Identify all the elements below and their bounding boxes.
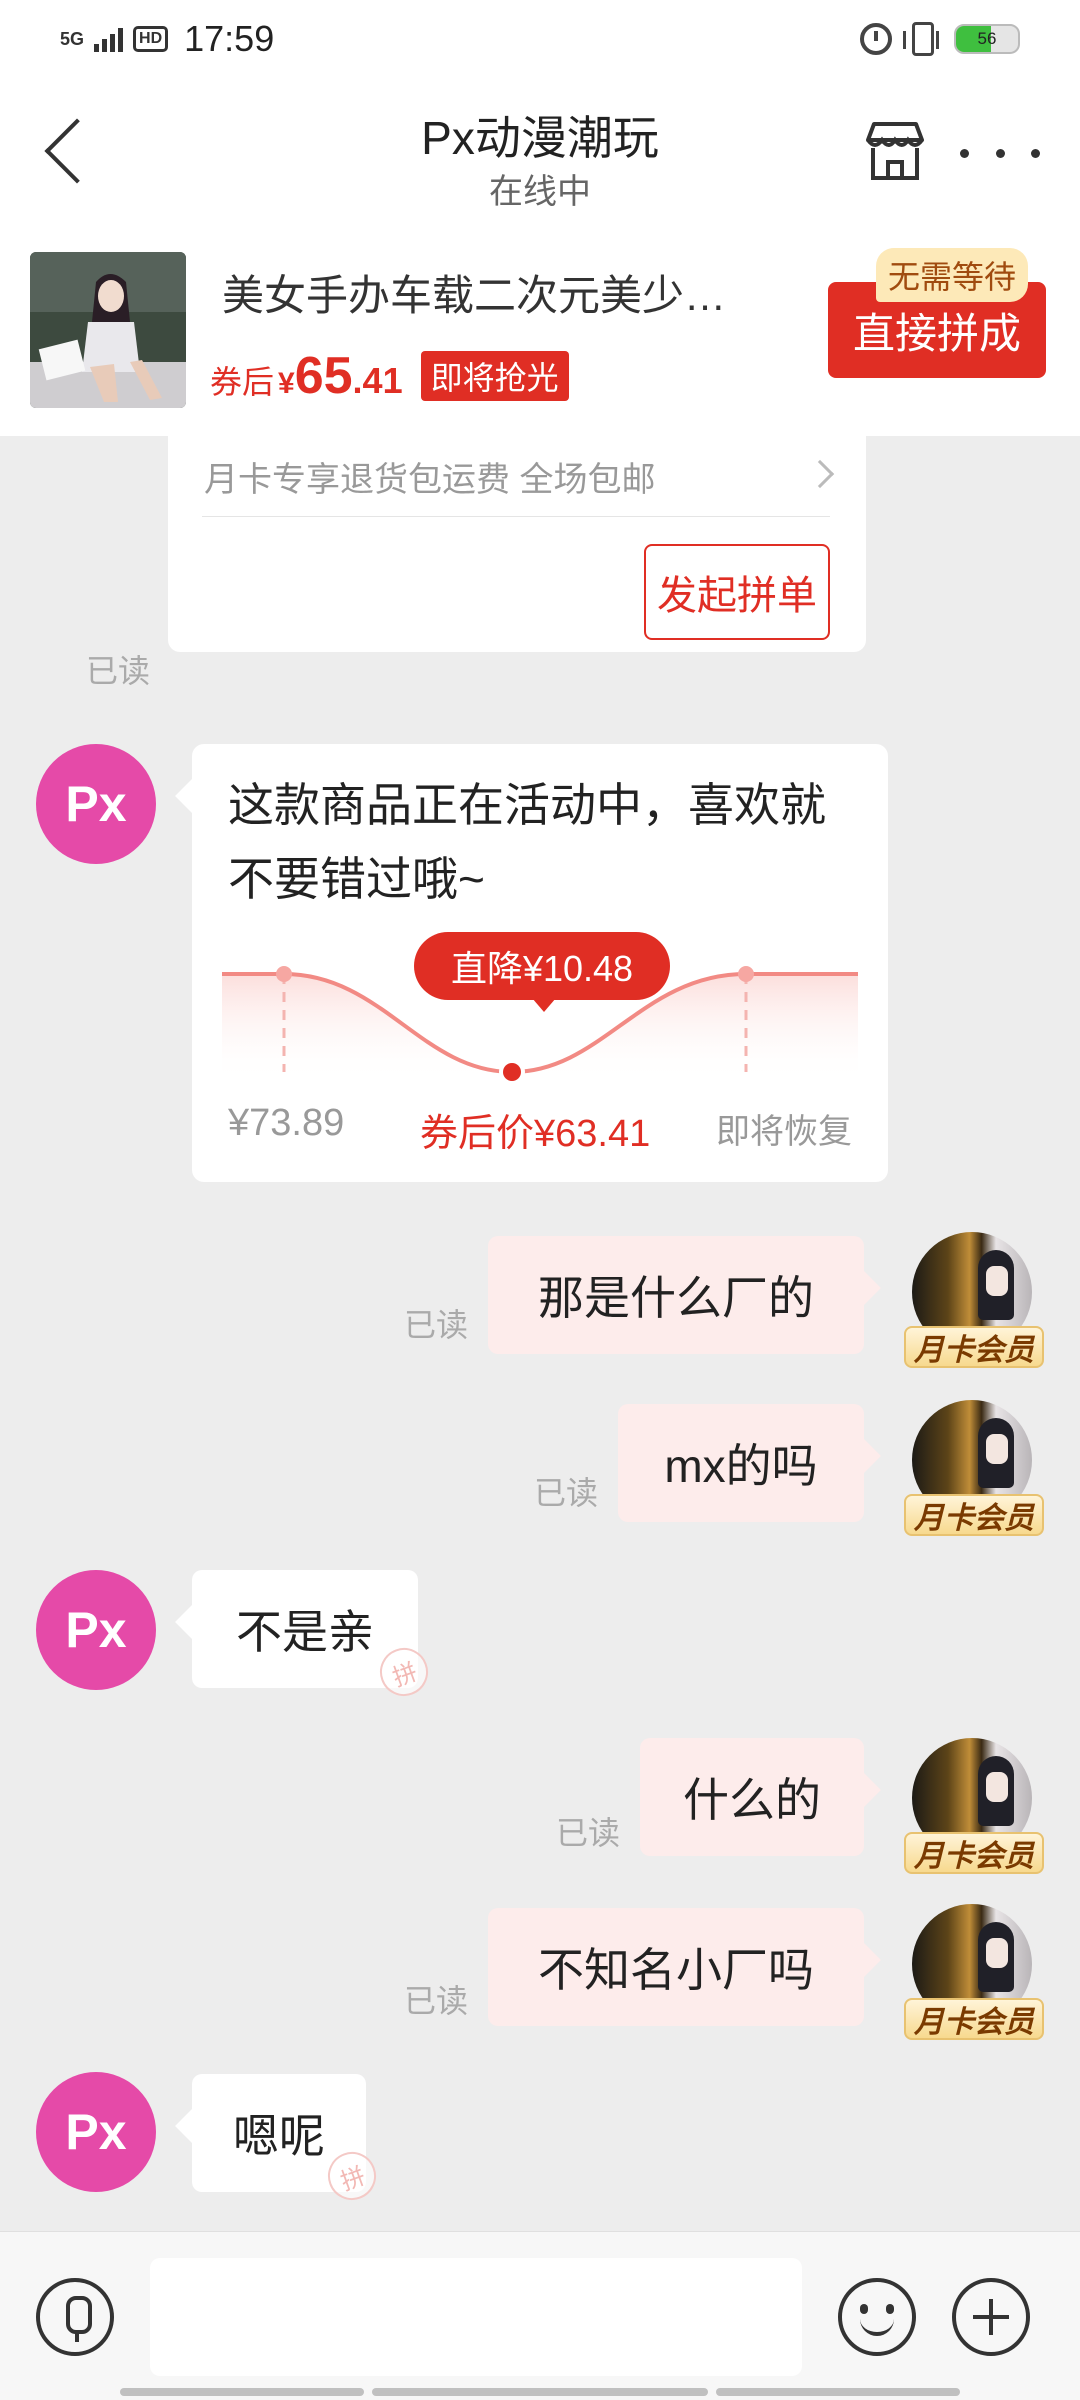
read-receipt: 已读 <box>404 1983 469 2019</box>
microphone-icon[interactable] <box>36 2278 114 2356</box>
message-input[interactable] <box>150 2258 802 2376</box>
store-icon[interactable] <box>862 118 928 184</box>
promo-message-text: 这款商品正在活动中，喜欢就不要错过哦~ <box>228 779 826 905</box>
shop-avatar[interactable]: Px <box>36 2072 156 2192</box>
coupon-price: 券后价¥63.41 <box>420 1113 651 1155</box>
chat-area[interactable]: 月卡专享退货包运费 全场包邮 发起拼单 已读 Px 这款商品正在活动中，喜欢就不… <box>0 436 1080 2231</box>
network-label: 5G <box>60 29 85 49</box>
alarm-icon <box>860 23 892 55</box>
signal-icon <box>94 26 124 52</box>
divider <box>202 516 830 517</box>
price-label: 券后 <box>210 364 275 400</box>
group-buy-card: 月卡专享退货包运费 全场包邮 发起拼单 <box>168 436 866 652</box>
product-price: 券后 ¥ 65 .41 即将抢光 <box>210 346 569 406</box>
more-button[interactable] <box>960 138 1040 168</box>
emoji-icon[interactable] <box>838 2278 916 2356</box>
member-badge: 月卡会员 <box>904 1494 1044 1536</box>
no-wait-tag: 无需等待 <box>876 248 1029 302</box>
stock-badge: 即将抢光 <box>420 351 569 401</box>
hd-icon: HD <box>133 26 169 52</box>
status-left: 5G HD 17:59 <box>60 18 274 60</box>
message-text: 不是亲 <box>236 1606 374 1658</box>
price-symbol: ¥ <box>278 367 295 400</box>
shop-avatar[interactable]: Px <box>36 744 156 864</box>
status-bar: 5G HD 17:59 56 <box>0 0 1080 80</box>
message-bubble-sent[interactable]: 不知名小厂吗 <box>488 1908 864 2026</box>
message-bubble-received[interactable]: 不是亲 拼 <box>192 1570 435 1703</box>
pin-stamp-icon: 拼 <box>373 1641 435 1703</box>
chevron-right-icon[interactable] <box>805 459 835 489</box>
member-badge: 月卡会员 <box>904 1326 1044 1368</box>
promo-message-card[interactable]: 这款商品正在活动中，喜欢就不要错过哦~ 直降¥10.48 ¥73.89 券后价¥… <box>192 744 888 1182</box>
vibrate-icon <box>903 22 939 56</box>
product-thumbnail[interactable] <box>30 252 186 408</box>
read-receipt: 已读 <box>404 1307 469 1343</box>
message-bubble-sent[interactable]: mx的吗 <box>618 1404 864 1522</box>
nav-indicator <box>716 2388 960 2396</box>
shop-avatar[interactable]: Px <box>36 1570 156 1690</box>
product-bar[interactable]: 美女手办车载二次元美少… 券后 ¥ 65 .41 即将抢光 直接拼成 无需等待 <box>0 220 1080 436</box>
chat-header: Px动漫潮玩 在线中 <box>0 80 1080 220</box>
read-receipt: 已读 <box>556 1815 621 1851</box>
member-badge: 月卡会员 <box>904 1832 1044 1874</box>
original-price: ¥73.89 <box>228 1102 345 1144</box>
battery-icon: 56 <box>954 24 1020 54</box>
restore-label: 即将恢复 <box>716 1113 852 1151</box>
status-time: 17:59 <box>184 18 275 59</box>
message-text: 嗯呢 <box>233 2110 325 2162</box>
start-group-buy-button[interactable]: 发起拼单 <box>644 544 830 640</box>
member-badge: 月卡会员 <box>904 1998 1044 2040</box>
read-receipt: 已读 <box>86 653 151 689</box>
nav-indicator <box>372 2388 708 2396</box>
message-bubble-sent[interactable]: 什么的 <box>640 1738 864 1856</box>
plus-icon[interactable] <box>952 2278 1030 2356</box>
price-drop-tag: 直降¥10.48 <box>414 932 670 1012</box>
product-title[interactable]: 美女手办车载二次元美少… <box>222 262 762 323</box>
message-bubble-sent[interactable]: 那是什么厂的 <box>488 1236 864 1354</box>
battery-level: 56 <box>977 29 997 48</box>
card-benefit-text[interactable]: 月卡专享退货包运费 全场包邮 <box>204 452 655 501</box>
status-right: 56 <box>860 22 1020 56</box>
price-integer: 65 <box>294 347 353 405</box>
message-bubble-received[interactable]: 嗯呢 拼 <box>192 2074 383 2207</box>
pin-stamp-icon: 拼 <box>321 2145 383 2207</box>
read-receipt: 已读 <box>534 1475 599 1511</box>
input-bar <box>0 2231 1080 2400</box>
price-decimal: .41 <box>352 360 403 401</box>
nav-indicator <box>120 2388 364 2396</box>
